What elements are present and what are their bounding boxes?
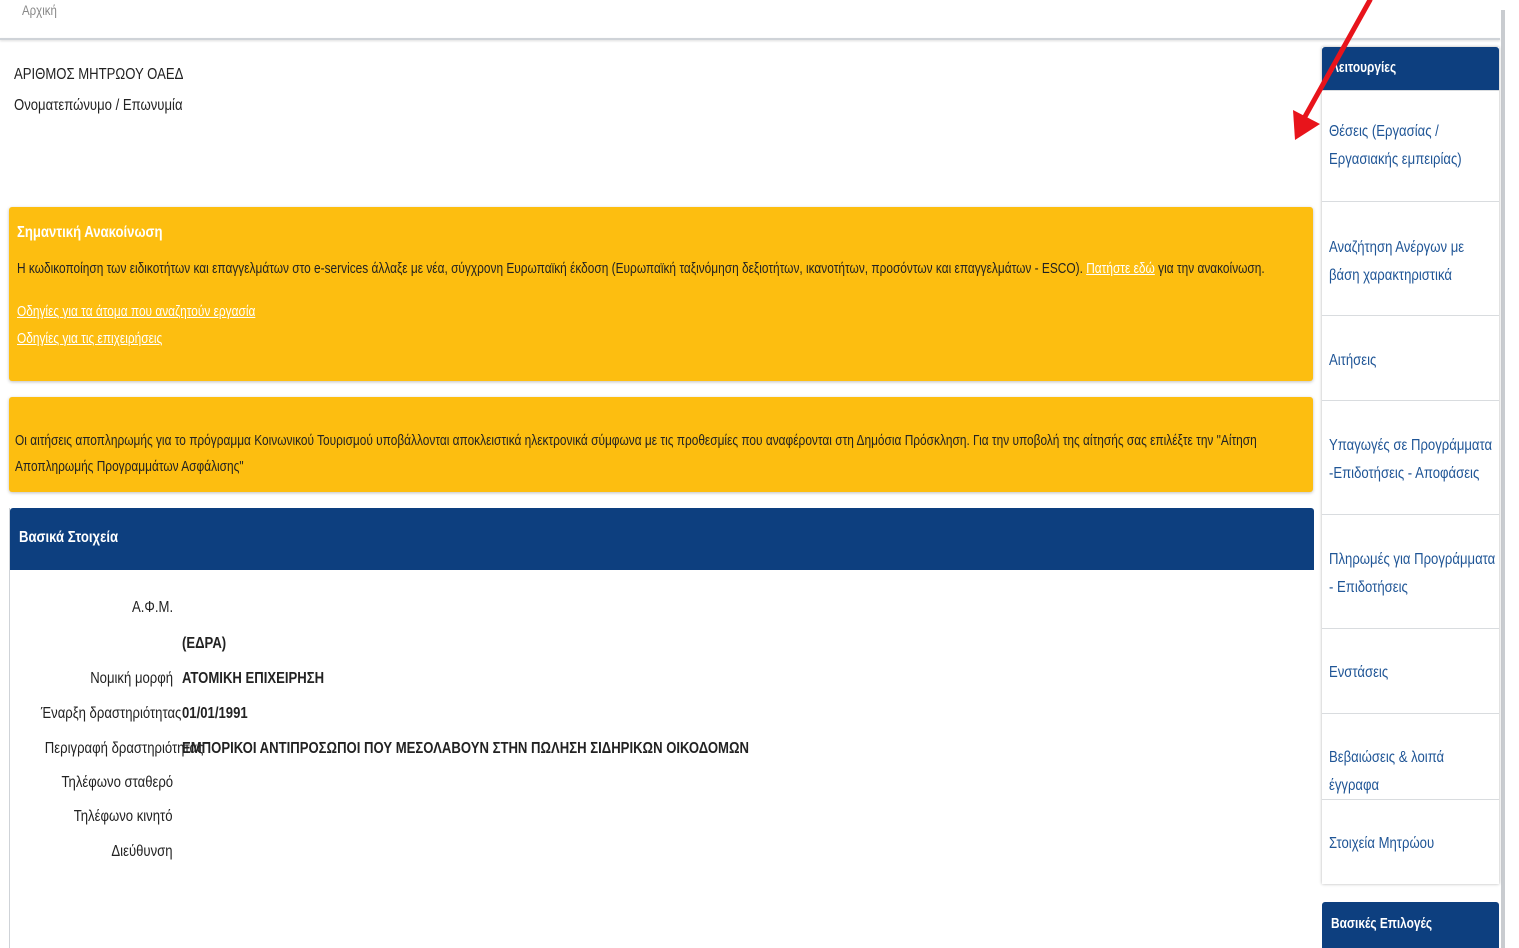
sidebar-item-certificates[interactable]: Βεβαιώσεις & λοιπά έγγραφα <box>1322 713 1499 800</box>
sidebar-item-applications[interactable]: Αιτήσεις <box>1322 315 1499 401</box>
sidebar-item-program-inclusions[interactable]: Υπαγωγές σε Προγράμματα -Επιδοτήσεις - Α… <box>1322 400 1499 515</box>
sidebar-item-objections[interactable]: Ενστάσεις <box>1322 628 1499 714</box>
registry-number-label: ΑΡΙΘΜΟΣ ΜΗΤΡΩΟΥ ΟΑΕΔ <box>14 66 184 83</box>
field-value: ΑΤΟΜΙΚΗ ΕΠΙΧΕΙΡΗΣΗ <box>182 670 325 687</box>
sidebar-item-program-payments[interactable]: Πληρωμές για Προγράμματα - Επιδοτήσεις <box>1322 514 1499 629</box>
jobseekers-guide-link-row[interactable]: Οδηγίες για τα άτομα που αναζητούν εργασ… <box>17 304 308 320</box>
notice-text: Η κωδικοποίηση των ειδικοτήτων και επαγγ… <box>17 261 1265 277</box>
field-label: Τηλέφωνο σταθερό <box>61 774 173 791</box>
field-label: Α.Φ.Μ. <box>131 599 173 616</box>
functions-sidebar: Λειτουργίες Θέσεις (Εργασίας / Εργασιακή… <box>1322 47 1499 884</box>
basic-info-title: Βασικά Στοιχεία <box>19 529 119 546</box>
field-label: Διεύθυνση <box>111 843 173 860</box>
businesses-guide-link-row[interactable]: Οδηγίες για τις επιχειρήσεις <box>17 331 194 347</box>
red-arrow-icon <box>1293 0 1373 140</box>
field-value: ΕΜΠΟΡΙΚΟΙ ΑΝΤΙΠΡΟΣΩΠΟΙ ΠΟΥ ΜΕΣΟΛΑΒΟΥΝ ΣΤ… <box>182 740 749 757</box>
sidebar-item-search-unemployed[interactable]: Αναζήτηση Ανέργων με βάση χαρακτηριστικά <box>1322 201 1499 316</box>
basic-info-panel: Βασικά Στοιχεία Α.Φ.Μ. (ΕΔΡΑ) Νομική μορ… <box>9 508 1314 948</box>
social-tourism-notice-text: Οι αιτήσεις αποπληρωμής για το πρόγραμμα… <box>15 433 1257 475</box>
jobseekers-guide-link[interactable]: Οδηγίες για τα άτομα που αναζητούν εργασ… <box>17 304 255 320</box>
field-label: Έναρξη δραστηριότητας <box>40 705 182 722</box>
sidebar-item-registry-details[interactable]: Στοιχεία Μητρώου <box>1322 799 1499 885</box>
field-value: (ΕΔΡΑ) <box>182 635 227 652</box>
breadcrumb-home[interactable]: Αρχική <box>22 2 57 18</box>
basic-options-title: Βασικές Επιλογές <box>1331 916 1433 932</box>
field-value: 01/01/1991 <box>182 705 248 722</box>
businesses-guide-link[interactable]: Οδηγίες για τις επιχειρήσεις <box>17 331 162 347</box>
name-label: Ονοματεπώνυμο / Επωνυμία <box>14 97 183 114</box>
social-tourism-notice: Οι αιτήσεις αποπληρωμής για το πρόγραμμα… <box>9 397 1313 492</box>
basic-info-header: Βασικά Στοιχεία <box>10 508 1314 570</box>
notice-title: Σημαντική Ανακοίνωση <box>17 224 163 241</box>
field-label: Νομική μορφή <box>90 670 173 687</box>
field-label <box>10 635 173 653</box>
important-notice: Σημαντική Ανακοίνωση Η κωδικοποίηση των … <box>9 207 1313 381</box>
breadcrumb[interactable]: Αρχική <box>22 2 65 18</box>
field-label: Περιγραφή δραστηριότητας <box>44 740 204 757</box>
basic-options-header[interactable]: Βασικές Επιλογές <box>1322 902 1499 948</box>
notice-click-here-link[interactable]: Πατήστε εδώ <box>1086 261 1155 277</box>
field-label: Τηλέφωνο κινητό <box>74 808 173 825</box>
